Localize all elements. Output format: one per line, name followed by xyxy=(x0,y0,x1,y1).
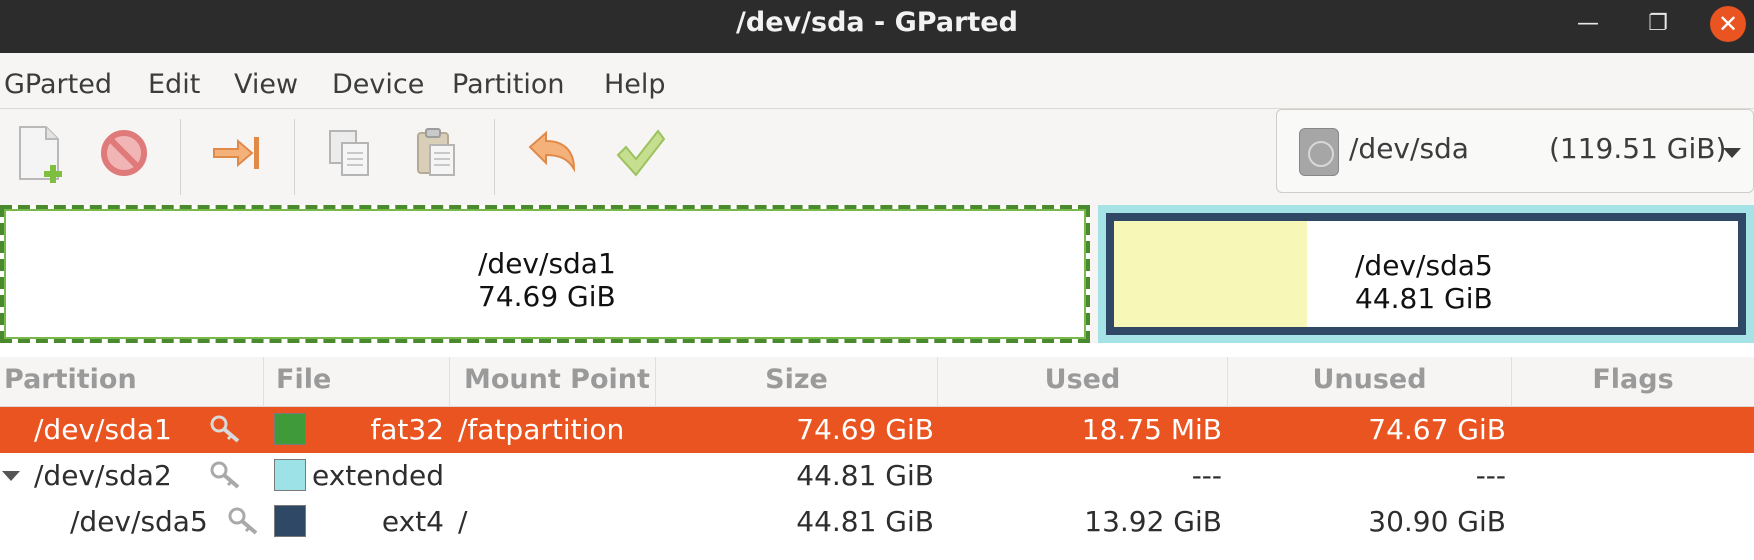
device-size: (119.51 GiB) xyxy=(1549,132,1727,165)
filesystem: extended xyxy=(311,459,444,492)
partition-map: /dev/sda1 74.69 GiB /dev/sda5 44.81 GiB xyxy=(0,205,1754,343)
column-file-system[interactable]: File System xyxy=(264,357,450,441)
device-selector[interactable]: /dev/sda (119.51 GiB) xyxy=(1276,109,1754,193)
maximize-button[interactable]: ❐ xyxy=(1640,6,1676,42)
toolbar-separator xyxy=(294,119,295,195)
partition-block-label: /dev/sda1 74.69 GiB xyxy=(478,247,616,313)
window-title: /dev/sda - GParted xyxy=(736,7,1018,38)
menu-view[interactable]: View xyxy=(234,53,298,109)
unused: 74.67 GiB xyxy=(1368,413,1506,446)
mount-point: / xyxy=(458,505,468,538)
chevron-down-icon xyxy=(1723,148,1741,158)
partition-block-name: /dev/sda1 xyxy=(478,247,616,280)
partition-block-label: /dev/sda5 44.81 GiB xyxy=(1355,249,1493,315)
column-partition[interactable]: Partition xyxy=(0,357,264,407)
toolbar: /dev/sda (119.51 GiB) xyxy=(0,109,1754,205)
key-icon xyxy=(210,461,240,489)
partition-name: /dev/sda2 xyxy=(34,459,172,492)
title-bar: /dev/sda - GParted — ❐ ✕ xyxy=(0,0,1754,53)
unused: --- xyxy=(1475,459,1506,492)
paste-icon[interactable] xyxy=(404,121,468,185)
partition-table: Partition File System Mount Point Size U… xyxy=(0,357,1754,560)
resize-move-icon[interactable] xyxy=(206,121,270,185)
close-button[interactable]: ✕ xyxy=(1710,6,1746,42)
extended-partition-block[interactable]: /dev/sda5 44.81 GiB xyxy=(1098,205,1754,343)
partition-block-sda5[interactable]: /dev/sda5 44.81 GiB xyxy=(1106,213,1746,335)
column-mount-point[interactable]: Mount Point xyxy=(450,357,656,407)
table-row[interactable]: /dev/sda1 fat32 /fatpartition 74.69 GiB … xyxy=(0,407,1754,453)
partition-name: /dev/sda5 xyxy=(70,505,208,538)
menu-help[interactable]: Help xyxy=(604,53,666,109)
partition-name: /dev/sda1 xyxy=(34,413,172,446)
delete-icon[interactable] xyxy=(92,121,156,185)
column-size[interactable]: Size xyxy=(656,357,938,407)
column-flags[interactable]: Flags xyxy=(1512,357,1754,407)
column-used[interactable]: Used xyxy=(938,357,1228,407)
table-row[interactable]: /dev/sda2 extended 44.81 GiB --- --- xyxy=(0,453,1754,499)
new-partition-icon[interactable] xyxy=(8,121,72,185)
menu-partition[interactable]: Partition xyxy=(452,53,565,109)
size: 44.81 GiB xyxy=(796,505,934,538)
expander-arrow-icon[interactable] xyxy=(2,471,20,481)
size: 74.69 GiB xyxy=(796,413,934,446)
copy-icon[interactable] xyxy=(318,121,382,185)
filesystem: ext4 xyxy=(381,505,444,538)
apply-icon[interactable] xyxy=(608,121,672,185)
menu-device[interactable]: Device xyxy=(332,53,424,109)
mount-point: /fatpartition xyxy=(458,413,625,446)
undo-icon[interactable] xyxy=(520,121,584,185)
menu-edit[interactable]: Edit xyxy=(148,53,200,109)
table-row[interactable]: /dev/sda5 ext4 / 44.81 GiB 13.92 GiB 30.… xyxy=(0,499,1754,545)
column-unused[interactable]: Unused xyxy=(1228,357,1512,407)
filesystem-color-swatch xyxy=(274,505,306,537)
key-icon xyxy=(228,507,258,535)
size: 44.81 GiB xyxy=(796,459,934,492)
filesystem-color-swatch xyxy=(274,459,306,491)
unused: 30.90 GiB xyxy=(1368,505,1506,538)
disk-icon xyxy=(1299,128,1339,176)
partition-block-size: 44.81 GiB xyxy=(1355,282,1493,315)
menu-bar: GParted Edit View Device Partition Help xyxy=(0,53,1754,109)
toolbar-separator xyxy=(180,119,181,195)
key-icon xyxy=(210,415,240,443)
filesystem: fat32 xyxy=(370,413,444,446)
table-header: Partition File System Mount Point Size U… xyxy=(0,357,1754,441)
device-name: /dev/sda xyxy=(1349,132,1469,165)
partition-block-name: /dev/sda5 xyxy=(1355,249,1493,282)
minimize-button[interactable]: — xyxy=(1570,6,1606,42)
menu-gparted[interactable]: GParted xyxy=(4,53,112,109)
used-space-bar xyxy=(1114,221,1308,327)
used: 18.75 MiB xyxy=(1081,413,1222,446)
partition-block-size: 74.69 GiB xyxy=(478,280,616,313)
filesystem-color-swatch xyxy=(274,413,306,445)
used: 13.92 GiB xyxy=(1084,505,1222,538)
partition-block-sda1[interactable]: /dev/sda1 74.69 GiB xyxy=(0,205,1090,343)
used: --- xyxy=(1191,459,1222,492)
toolbar-separator xyxy=(494,119,495,195)
